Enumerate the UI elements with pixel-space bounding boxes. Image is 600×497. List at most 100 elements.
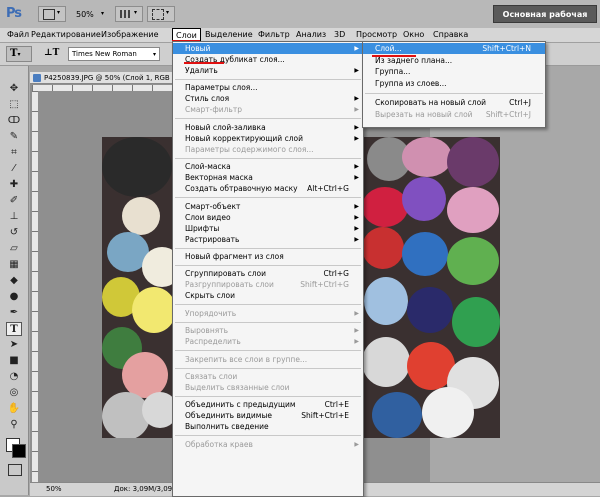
menu-item[interactable]: Слои видео ▶ — [173, 212, 363, 223]
gradient-tool-icon[interactable]: ▦ — [6, 258, 22, 272]
quick-mask-icon[interactable] — [8, 464, 22, 476]
menu-item[interactable]: Удалить ▶ — [173, 65, 363, 76]
zoom-tool-icon[interactable]: ⚲ — [6, 418, 22, 432]
menu-analysis[interactable]: Анализ — [293, 28, 329, 42]
vertical-ruler — [32, 91, 38, 495]
menu-item[interactable]: Параметры слоя... — [173, 82, 363, 93]
quick-select-tool-icon[interactable]: ✎ — [6, 130, 22, 144]
menu-item: Обработка краев ▶ — [173, 439, 363, 450]
menu-help[interactable]: Справка — [430, 28, 471, 42]
background-color-swatch[interactable] — [12, 444, 26, 458]
menu-item[interactable]: Новый корректирующий слой ▶ — [173, 133, 363, 144]
marquee-tool-icon[interactable]: ⬚ — [6, 98, 22, 112]
menu-edit[interactable]: Редактирование — [28, 28, 104, 42]
menu-item-label: Выровнять — [185, 326, 229, 336]
menu-item-label: Смарт-объект — [185, 201, 241, 211]
shape-tool-icon[interactable]: ■ — [6, 354, 22, 368]
menu-item-label: Векторная маска — [185, 173, 253, 183]
menu-item-label: Связать слои — [185, 372, 238, 381]
menu-item-shortcut: Ctrl+J — [509, 98, 531, 107]
bridge-button[interactable]: ▾ — [38, 6, 66, 22]
menu-item[interactable]: Создать обтравочную маску Alt+Ctrl+G — [173, 183, 363, 194]
submenu-arrow-icon: ▶ — [354, 174, 359, 182]
3d-orbit-tool-icon[interactable]: ◎ — [6, 386, 22, 400]
submenu-arrow-icon: ▶ — [354, 95, 359, 103]
menu-item-label: Слой... — [375, 44, 402, 53]
crop-tool-icon[interactable]: ⌗ — [6, 146, 22, 160]
menu-item[interactable]: Новый ▶ — [173, 43, 363, 54]
menu-item: Распределить ▶ — [173, 336, 363, 347]
menu-separator — [175, 265, 361, 266]
menu-window[interactable]: Окно — [400, 28, 427, 42]
menu-item[interactable]: Стиль слоя ▶ — [173, 93, 363, 104]
font-family-select[interactable]: Times New Roman — [68, 47, 160, 61]
status-zoom[interactable]: 50% — [46, 483, 62, 496]
hand-tool-icon[interactable]: ✋ — [6, 402, 22, 416]
text-orientation-icon[interactable]: ⊥T — [44, 48, 59, 58]
menu-3d[interactable]: 3D — [331, 28, 348, 42]
view-extras-button[interactable]: ▾ — [115, 6, 143, 22]
menu-separator — [175, 197, 361, 199]
menu-item[interactable]: Слой... Shift+Ctrl+N — [363, 43, 545, 54]
path-selection-tool-icon[interactable]: ➤ — [6, 338, 22, 352]
menu-item[interactable]: Сгруппировать слои Ctrl+G — [173, 268, 363, 279]
menu-item-label: Создать обтравочную маску — [185, 184, 298, 194]
blur-tool-icon[interactable]: ◆ — [6, 274, 22, 288]
menu-image[interactable]: Изображение — [98, 28, 162, 42]
chevron-down-icon[interactable]: ▾ — [101, 10, 104, 17]
menu-item[interactable]: Группа из слоев... — [363, 78, 545, 89]
menu-separator — [175, 304, 361, 306]
menu-filter[interactable]: Фильтр — [255, 28, 293, 42]
menu-view[interactable]: Просмотр — [353, 28, 400, 42]
move-tool-icon[interactable]: ✥ — [6, 82, 22, 96]
history-brush-tool-icon[interactable]: ↺ — [6, 226, 22, 240]
brush-tool-icon[interactable]: ✐ — [6, 194, 22, 208]
menu-item[interactable]: Объединить с предыдущим Ctrl+E — [173, 399, 363, 410]
menu-item[interactable]: Выполнить сведение — [173, 421, 363, 432]
menu-item-label: Вырезать на новый слой — [375, 109, 473, 119]
menu-item-label: Группа... — [375, 67, 411, 76]
submenu-arrow-icon: ▶ — [354, 106, 359, 114]
menu-item[interactable]: Новый фрагмент из слоя — [173, 251, 363, 262]
status-doc-size: Док: 3,09M/3,09M — [114, 485, 179, 493]
menu-item[interactable]: Векторная маска ▶ — [173, 172, 363, 183]
menu-item-label: Обработка краев — [185, 439, 253, 449]
pen-tool-icon[interactable]: ✒ — [6, 306, 22, 320]
eraser-tool-icon[interactable]: ▱ — [6, 242, 22, 256]
clone-stamp-tool-icon[interactable]: ⊥ — [6, 210, 22, 224]
menu-item[interactable]: Скрыть слои — [173, 290, 363, 301]
type-tool-icon[interactable]: T — [6, 322, 22, 336]
zoom-level[interactable]: 50% — [76, 10, 94, 19]
menu-item[interactable]: Новый слой-заливка ▶ — [173, 122, 363, 133]
menu-item-label: Выделить связанные слои — [185, 383, 290, 392]
menu-item-label: Новый корректирующий слой — [185, 133, 303, 143]
chevron-down-icon: ▾ — [134, 9, 138, 16]
chevron-down-icon: ▾ — [166, 9, 170, 16]
menu-item-shortcut: Ctrl+G — [323, 269, 349, 279]
menu-item[interactable]: Группа... — [363, 66, 545, 77]
healing-brush-tool-icon[interactable]: ✚ — [6, 178, 22, 192]
menu-item-label: Слой-маска — [185, 162, 231, 172]
lasso-tool-icon[interactable]: ↀ — [6, 114, 22, 128]
submenu-arrow-icon: ▶ — [354, 45, 359, 52]
menu-separator — [365, 93, 543, 94]
tool-preset-picker[interactable]: T▾ — [6, 46, 32, 62]
eyedropper-tool-icon[interactable]: ⁄ — [6, 162, 22, 176]
menu-select[interactable]: Выделение — [202, 28, 256, 42]
menu-item[interactable]: Смарт-объект ▶ — [173, 201, 363, 212]
menu-item[interactable]: Шрифты ▶ — [173, 223, 363, 234]
menu-item: Выделить связанные слои — [173, 382, 363, 393]
chevron-down-icon: ▾ — [153, 51, 157, 58]
dodge-tool-icon[interactable]: ● — [6, 290, 22, 304]
ps-file-icon — [33, 74, 41, 82]
menu-item[interactable]: Объединить видимые Shift+Ctrl+E — [173, 410, 363, 421]
menu-item[interactable]: Скопировать на новый слой Ctrl+J — [363, 97, 545, 108]
3d-rotate-tool-icon[interactable]: ◔ — [6, 370, 22, 384]
screen-mode-button[interactable]: ▾ — [147, 6, 175, 22]
menu-separator — [175, 350, 361, 352]
workspace-switcher[interactable]: Основная рабочая среда — [493, 5, 597, 37]
application-bar: Ps ▾ 50% ▾ ▾ ▾ Основная рабочая среда — [0, 0, 600, 37]
menu-item-shortcut: Shift+Ctrl+J — [485, 109, 531, 119]
menu-item[interactable]: Слой-маска ▶ — [173, 161, 363, 172]
menu-item[interactable]: Растрировать ▶ — [173, 234, 363, 245]
